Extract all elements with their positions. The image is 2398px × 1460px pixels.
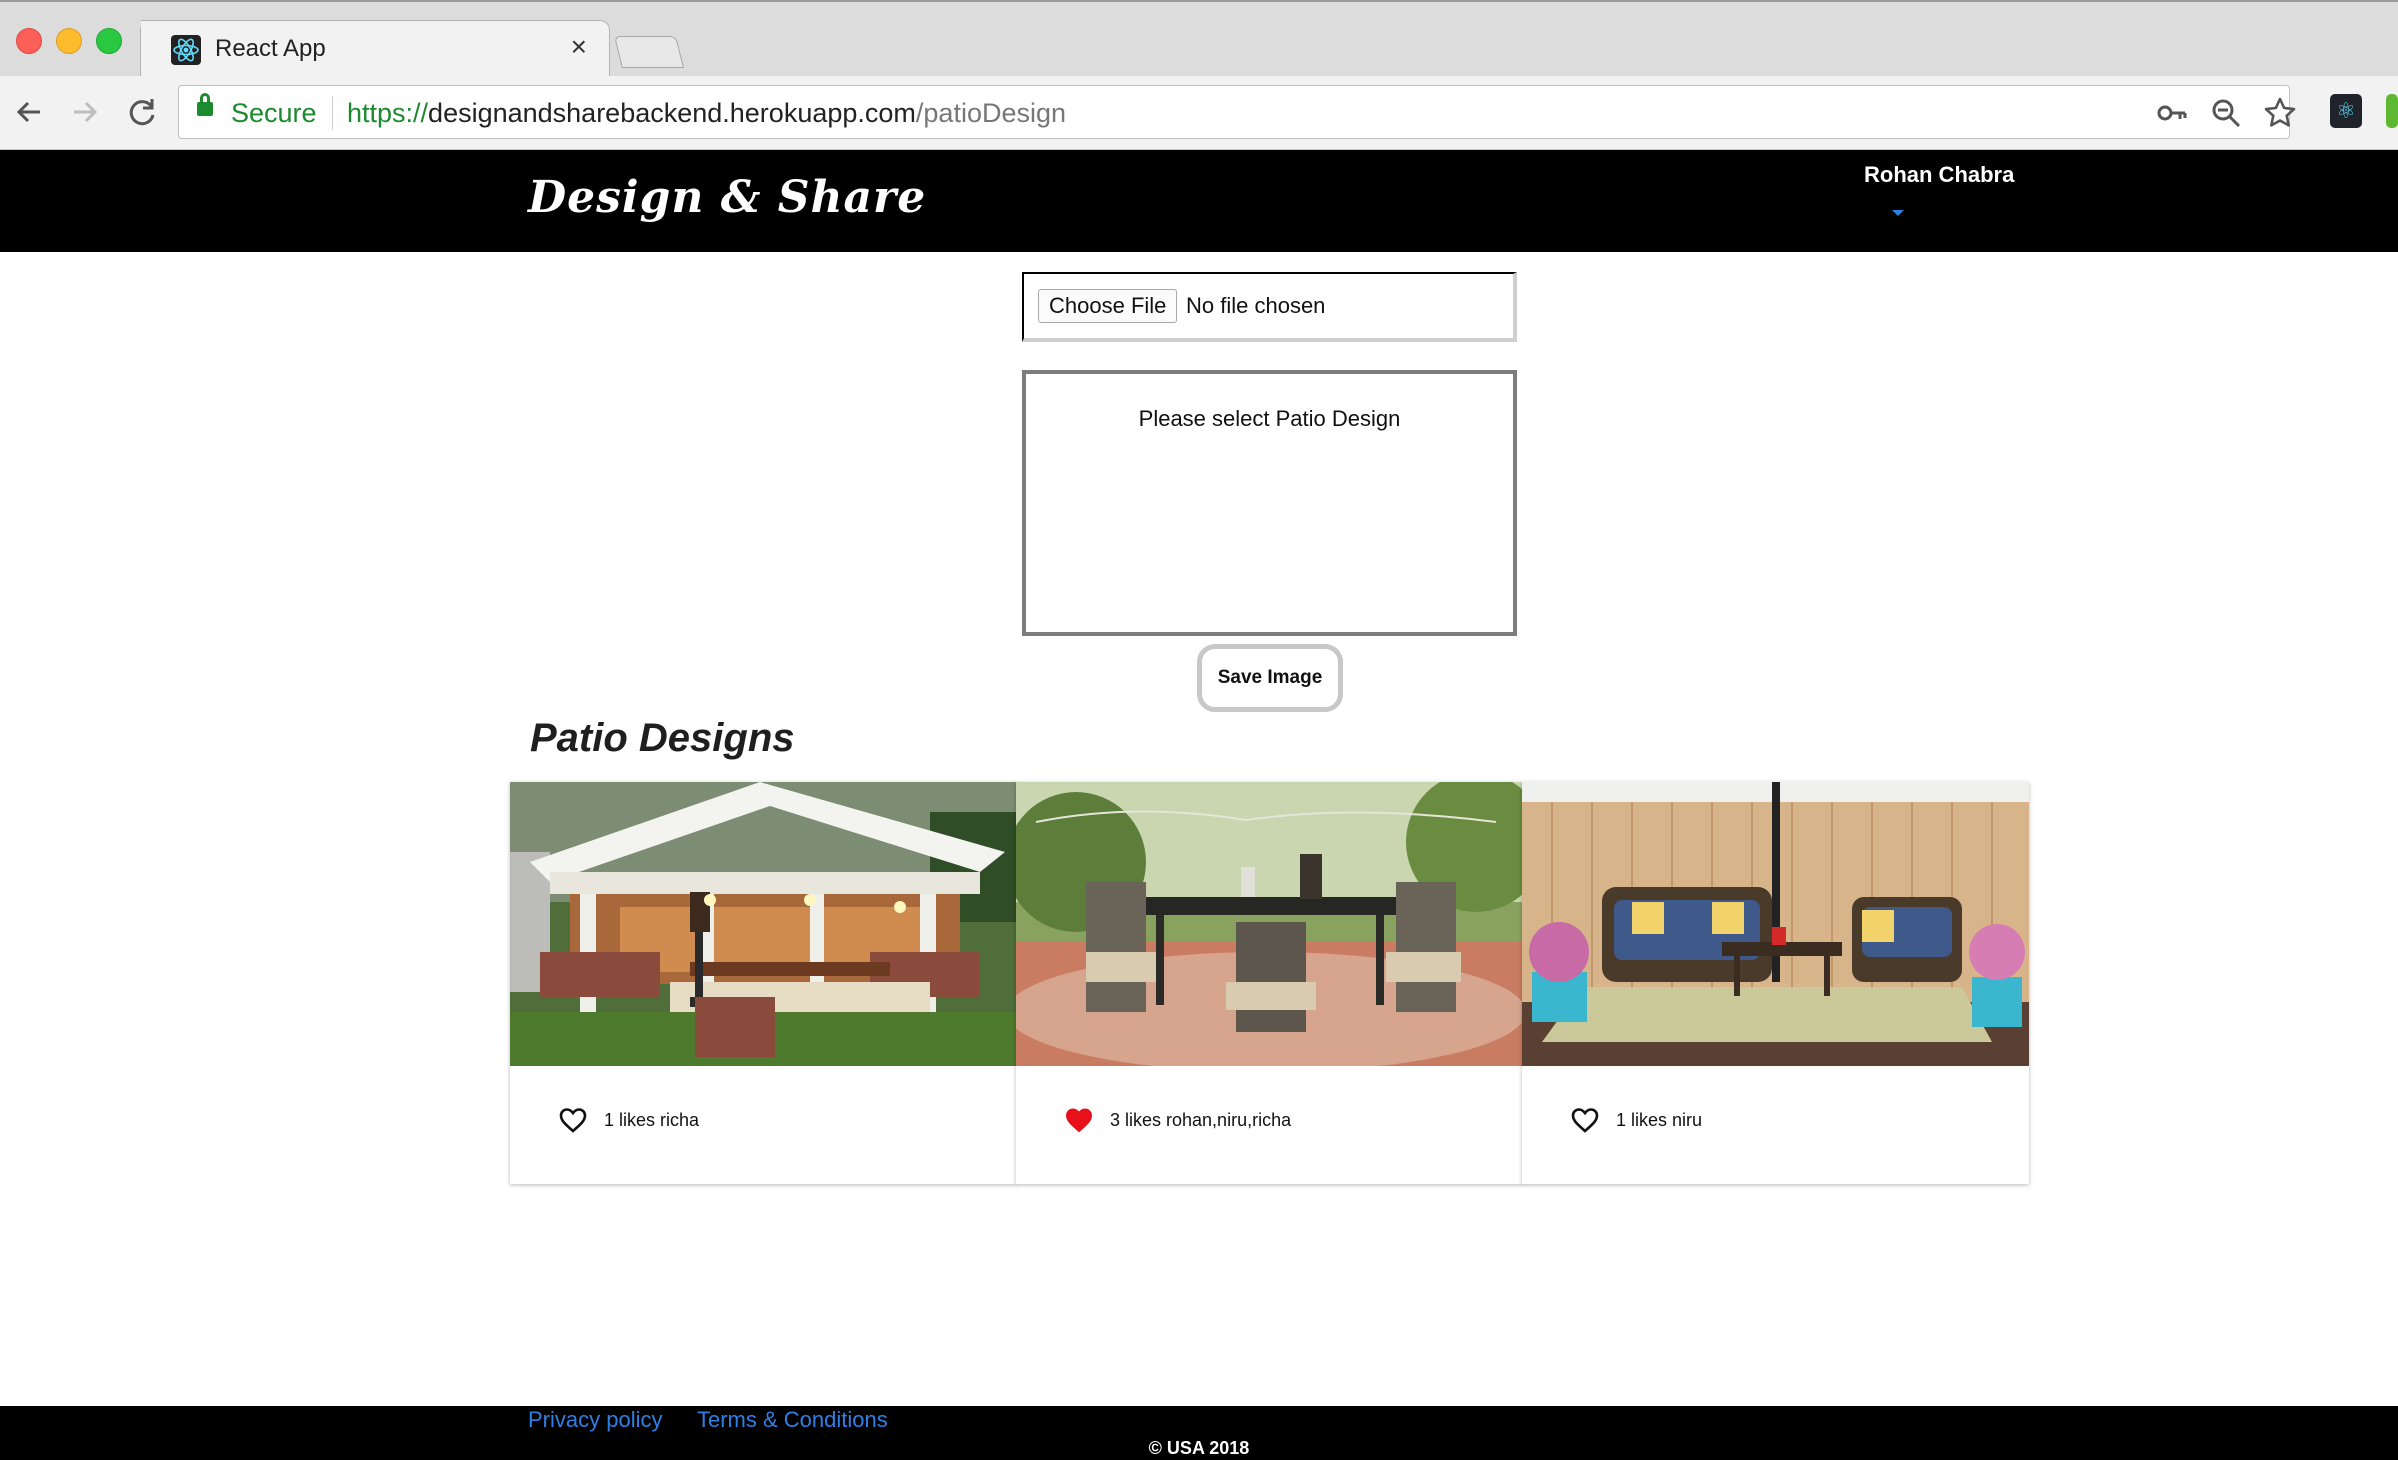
browser-toolbar: Secure https://designandsharebackend.her… [0, 76, 2398, 150]
copyright-text: © USA 2018 [1148, 1438, 1250, 1458]
browser-tab-active[interactable]: React App × [140, 20, 610, 78]
secure-label: Secure [231, 98, 317, 128]
browser-tab-bar: React App × [0, 0, 2398, 78]
preview-placeholder: Please select Patio Design [1138, 406, 1401, 431]
patio-image-wicker-deck[interactable] [1522, 782, 2029, 1066]
caret-down-icon[interactable] [1892, 210, 1904, 216]
url-path: /patioDesign [915, 98, 1067, 128]
lock-icon [197, 93, 213, 116]
design-card: 3 likes rohan,niru,richa [1016, 782, 1523, 1184]
react-devtools-extension-icon[interactable]: ⚛ [2330, 94, 2362, 128]
file-input[interactable]: Choose File No file chosen [1022, 272, 1517, 342]
likes-text: 1 likes richa [604, 1110, 700, 1130]
url-host: designandsharebackend.herokuapp.com [428, 98, 916, 128]
likes-text: 1 likes niru [1616, 1110, 1703, 1130]
design-card: 1 likes richa [510, 782, 1017, 1184]
tab-title: React App [215, 35, 326, 62]
choose-file-button[interactable]: Choose File [1038, 289, 1178, 323]
window-maximize-button[interactable] [96, 28, 122, 54]
patio-image-pavilion[interactable] [510, 782, 1017, 1066]
patio-image-dining-set[interactable] [1016, 782, 1523, 1066]
zoom-icon[interactable] [2209, 96, 2243, 138]
image-preview-box: Please select Patio Design [1022, 370, 1517, 636]
save-image-button[interactable]: Save Image [1197, 644, 1343, 712]
tab-close-icon[interactable]: × [571, 31, 587, 63]
react-favicon-icon [171, 35, 201, 65]
user-menu-name[interactable]: Rohan Chabra [1864, 162, 2014, 188]
heart-outline-icon[interactable] [1570, 1106, 1600, 1134]
heart-filled-icon[interactable] [1064, 1106, 1094, 1134]
key-icon[interactable] [2155, 96, 2189, 138]
back-arrow-icon[interactable] [14, 92, 44, 141]
url-text[interactable]: https://designandsharebackend.herokuapp.… [347, 98, 1066, 129]
privacy-policy-link[interactable]: Privacy policy [528, 1407, 662, 1433]
heart-outline-icon[interactable] [558, 1106, 588, 1134]
reload-icon[interactable] [126, 92, 158, 141]
new-tab-button[interactable] [614, 36, 684, 68]
site-footer: Privacy policy Terms & Conditions © USA … [0, 1406, 2398, 1460]
address-bar[interactable]: Secure https://designandsharebackend.her… [178, 85, 2296, 139]
green-extension-icon[interactable] [2386, 94, 2398, 128]
brand-logo[interactable]: Design & Share [528, 172, 926, 223]
window-close-button[interactable] [16, 28, 42, 54]
terms-conditions-link[interactable]: Terms & Conditions [697, 1407, 888, 1433]
gallery-title: Patio Designs [530, 716, 795, 760]
bookmark-star-icon[interactable] [2263, 96, 2297, 138]
forward-arrow-icon[interactable] [70, 92, 100, 141]
likes-text: 3 likes rohan,niru,richa [1110, 1110, 1292, 1130]
address-divider [332, 96, 333, 130]
site-header: Design & Share Rohan Chabra [0, 150, 2398, 252]
design-card: 1 likes niru [1522, 782, 2029, 1184]
url-scheme: https:// [347, 98, 429, 128]
window-minimize-button[interactable] [56, 28, 82, 54]
file-status-text: No file chosen [1186, 293, 1326, 318]
